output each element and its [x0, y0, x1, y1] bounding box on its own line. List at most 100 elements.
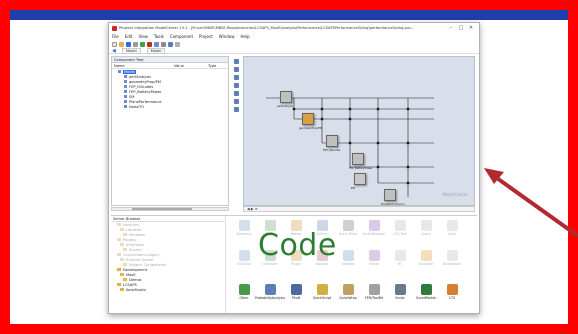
fit-icon[interactable] — [233, 91, 239, 96]
close-button[interactable]: ✕ — [466, 25, 476, 31]
minimize-button[interactable]: – — [446, 25, 456, 31]
library-component[interactable]: CTS — [441, 284, 463, 306]
menu-edit[interactable]: Edit — [125, 34, 133, 39]
maximize-button[interactable]: □ — [456, 25, 466, 31]
back-arrow-icon[interactable]: ◀ — [112, 48, 116, 54]
library-component-label: CTS — [448, 296, 456, 300]
node-perf-analysis[interactable]: perfAnalysis — [277, 91, 293, 108]
folder-icon — [123, 278, 127, 281]
folder-icon — [120, 288, 124, 291]
library-component[interactable]: Query — [415, 220, 437, 242]
library-component[interactable]: FEM/ToolBit — [363, 284, 385, 306]
tab-model[interactable]: Model — [121, 47, 141, 54]
pan-icon[interactable] — [233, 67, 239, 72]
layout-icon[interactable] — [233, 107, 239, 112]
stop-icon[interactable] — [147, 41, 152, 47]
tab-model-2[interactable]: Model — [146, 47, 166, 54]
menu-project[interactable]: Project — [199, 34, 213, 39]
menu-tools[interactable]: Tools — [154, 34, 164, 39]
library-component[interactable]: QuickScript — [311, 284, 333, 306]
new-file-icon[interactable] — [112, 41, 117, 47]
mode-bar: ◀ Model Model — [109, 47, 479, 54]
library-component-label: FEM/ToolBit — [364, 296, 384, 300]
library-component[interactable]: Distribution — [441, 250, 463, 272]
title-bar: Phoenix Integration ModelCenter 13.1 - [… — [109, 23, 479, 33]
component-icon — [420, 284, 432, 295]
canvas-statusbar: ◀ ▶ ≡ — [243, 206, 475, 212]
library-component-label: MT — [397, 262, 403, 266]
component-icon — [446, 250, 458, 261]
open-folder-icon[interactable] — [119, 41, 124, 47]
component-icon — [124, 100, 127, 103]
library-component[interactable]: ProbabilityAnalysis — [255, 284, 285, 306]
folder-icon — [117, 268, 121, 271]
library-component[interactable]: Assembly — [233, 220, 255, 242]
play-icon[interactable] — [140, 41, 145, 47]
node-em[interactable]: EM — [351, 173, 366, 190]
component-icon — [238, 284, 250, 295]
component-icon — [394, 250, 406, 261]
workflow-canvas[interactable]: perfAnalysis geometryProp/EM FEP_ISGuide… — [243, 56, 475, 206]
zoom-in-icon[interactable] — [233, 75, 239, 80]
menu-view[interactable]: View — [138, 34, 148, 39]
node-geometry[interactable]: geometryProp/EM — [299, 113, 322, 130]
library-component[interactable]: Loop — [441, 220, 463, 242]
library-component[interactable]: PhxB — [285, 284, 307, 306]
column-name[interactable]: Name — [114, 64, 174, 68]
link-icon[interactable] — [233, 99, 239, 104]
library-component[interactable]: ScriptWrapper — [363, 220, 385, 242]
menu-bar: File Edit View Tools Component Project W… — [109, 33, 479, 40]
library-component[interactable]: Other — [233, 284, 255, 306]
library-component-label: Distribution — [442, 262, 462, 266]
library-tree-item[interactable]: AeroStudio — [111, 287, 225, 292]
server-browser-tree: Favorites Libraries Windows Plugins Interfac… — [111, 222, 225, 292]
zoom-out-icon[interactable] — [233, 83, 239, 88]
folder-icon — [120, 258, 124, 261]
library-component[interactable]: DOETool — [233, 250, 255, 272]
library-component-label: Visualizer — [418, 262, 434, 266]
component-icon — [316, 284, 328, 295]
menu-help[interactable]: Help — [241, 34, 250, 39]
run-icon[interactable] — [133, 41, 138, 47]
library-component[interactable]: Quick Wrap — [337, 220, 359, 242]
column-value[interactable]: Value — [174, 64, 208, 68]
component-icon — [342, 250, 354, 261]
library-component[interactable]: Script — [389, 284, 411, 306]
tree-item-label: Model — [123, 69, 136, 74]
library-component[interactable]: QuickWrap — [337, 284, 359, 306]
component-icon — [124, 95, 127, 98]
library-component[interactable]: MT — [389, 250, 411, 272]
zoom-icon[interactable] — [175, 41, 180, 47]
tree-item[interactable]: NoiseTO — [112, 104, 228, 109]
library-tree-label: LCSAPS — [123, 282, 137, 287]
node-fep-isguides[interactable]: FEP_ISGuides — [323, 135, 340, 152]
library-component-label: Other — [239, 296, 249, 300]
pointer-icon[interactable] — [233, 59, 239, 64]
node-fep-battery[interactable]: FEP_BatteryPower — [349, 153, 372, 170]
library-component[interactable]: Visualizer — [415, 250, 437, 272]
library-component[interactable]: CSV Tool — [389, 220, 411, 242]
library-component-label: Query — [421, 232, 431, 236]
node-plane-performance[interactable]: PlanePerformance — [381, 189, 405, 206]
column-type[interactable]: Type — [208, 64, 216, 68]
chart-icon[interactable] — [154, 41, 159, 47]
save-icon[interactable] — [126, 41, 131, 47]
library-tree-label: MaxE — [126, 272, 136, 277]
component-icon — [420, 220, 432, 231]
library-component[interactable]: ExcelWorkst — [415, 284, 437, 306]
grid-icon[interactable] — [168, 41, 173, 47]
app-window: Phoenix Integration ModelCenter 13.1 - [… — [108, 22, 480, 314]
folder-icon — [123, 233, 127, 236]
menu-component[interactable]: Component — [170, 34, 193, 39]
menu-file[interactable]: File — [112, 34, 119, 39]
tree-scrollbar[interactable] — [111, 207, 229, 211]
scrollbar-thumb[interactable] — [132, 208, 192, 210]
menu-window[interactable]: Window — [219, 34, 235, 39]
component-icon — [124, 75, 127, 78]
library-component[interactable]: Variable — [337, 250, 359, 272]
settings-icon[interactable] — [161, 41, 166, 47]
component-icon — [290, 284, 302, 295]
component-icon — [124, 90, 127, 93]
library-component-label: QuickWrap — [339, 296, 357, 300]
library-component[interactable]: Monte — [363, 250, 385, 272]
